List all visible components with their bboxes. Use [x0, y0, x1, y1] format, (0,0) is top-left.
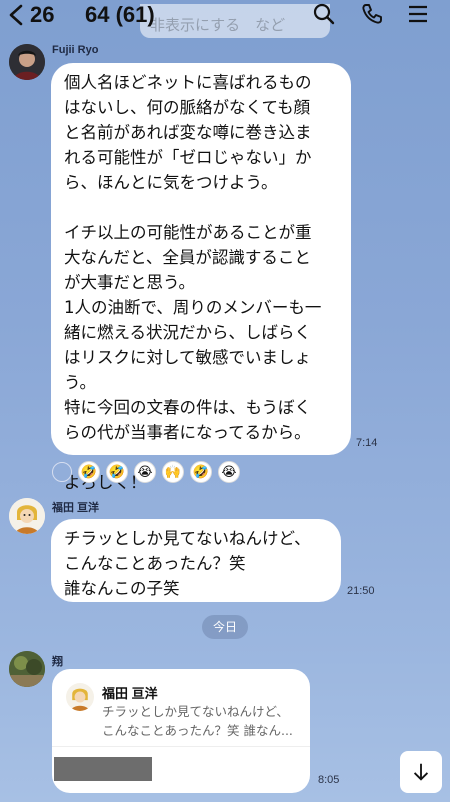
reply-bubble[interactable]: 福田 亘洋 チラッとしか見てないねんけど、 こんなことあったん？笑 誰なん...: [52, 669, 310, 793]
reaction-emoji[interactable]: 😭: [134, 461, 156, 483]
menu-icon: [409, 5, 427, 23]
message-bubble[interactable]: 個人名ほどネットに喜ばれるもの はないし、何の脈絡がなくても顔 と名前があれば変…: [51, 63, 351, 492]
avatar[interactable]: [9, 44, 45, 80]
reaction-emoji[interactable]: 🤣: [106, 461, 128, 483]
scroll-to-bottom-button[interactable]: [400, 751, 442, 793]
sender-name: 福田 亘洋: [52, 502, 100, 514]
message-time: 8:05: [318, 774, 340, 786]
message-bubble[interactable]: チラッとしか見てないねんけど、 こんなことあったん？笑 誰なんこの子笑: [51, 519, 341, 602]
reaction-emoji[interactable]: 🤣: [190, 461, 212, 483]
reaction-emoji[interactable]: 😭: [218, 461, 240, 483]
divider: [52, 746, 310, 747]
hidden-banner: 非表示にする など: [140, 4, 330, 38]
sender-name: 翔: [52, 656, 63, 668]
avatar-photo: [9, 651, 45, 687]
redacted-block: [54, 757, 152, 781]
quoted-sender: 福田 亘洋: [102, 686, 158, 701]
unread-count: 26: [30, 2, 55, 27]
chevron-left-icon: [9, 4, 23, 26]
reaction-bar: 🤣 🤣 😭 🙌 🤣 😭: [52, 461, 240, 483]
arrow-down-icon: [413, 763, 429, 781]
date-separator: 今日: [202, 615, 248, 639]
avatar-cartoon: [9, 498, 45, 534]
menu-button[interactable]: [404, 0, 432, 28]
back-button[interactable]: 26: [8, 0, 54, 30]
search-icon: [313, 3, 335, 25]
quoted-avatar: [66, 683, 94, 711]
message-time: 21:50: [347, 585, 375, 597]
avatar[interactable]: [9, 498, 45, 534]
search-button[interactable]: [310, 0, 338, 28]
chat-title: 64 (61): [85, 2, 155, 27]
quoted-text: チラッとしか見てないねんけど、 こんなことあったん？笑 誰なん...: [102, 704, 293, 738]
sender-name: Fujii Ryo: [52, 44, 99, 56]
reaction-emoji[interactable]: 🙌: [162, 461, 184, 483]
avatar-cartoon: [66, 683, 94, 711]
chat-header: 非表示にする など 26 64 (61): [0, 0, 450, 38]
message-time: 7:14: [356, 437, 378, 449]
reaction-emoji[interactable]: 🤣: [78, 461, 100, 483]
phone-icon: [362, 4, 382, 24]
smiley-add-icon[interactable]: [52, 462, 72, 482]
avatar[interactable]: [9, 651, 45, 687]
hidden-banner-text: 非表示にする など: [150, 16, 286, 34]
call-button[interactable]: [358, 0, 386, 28]
avatar-photo: [9, 44, 45, 80]
